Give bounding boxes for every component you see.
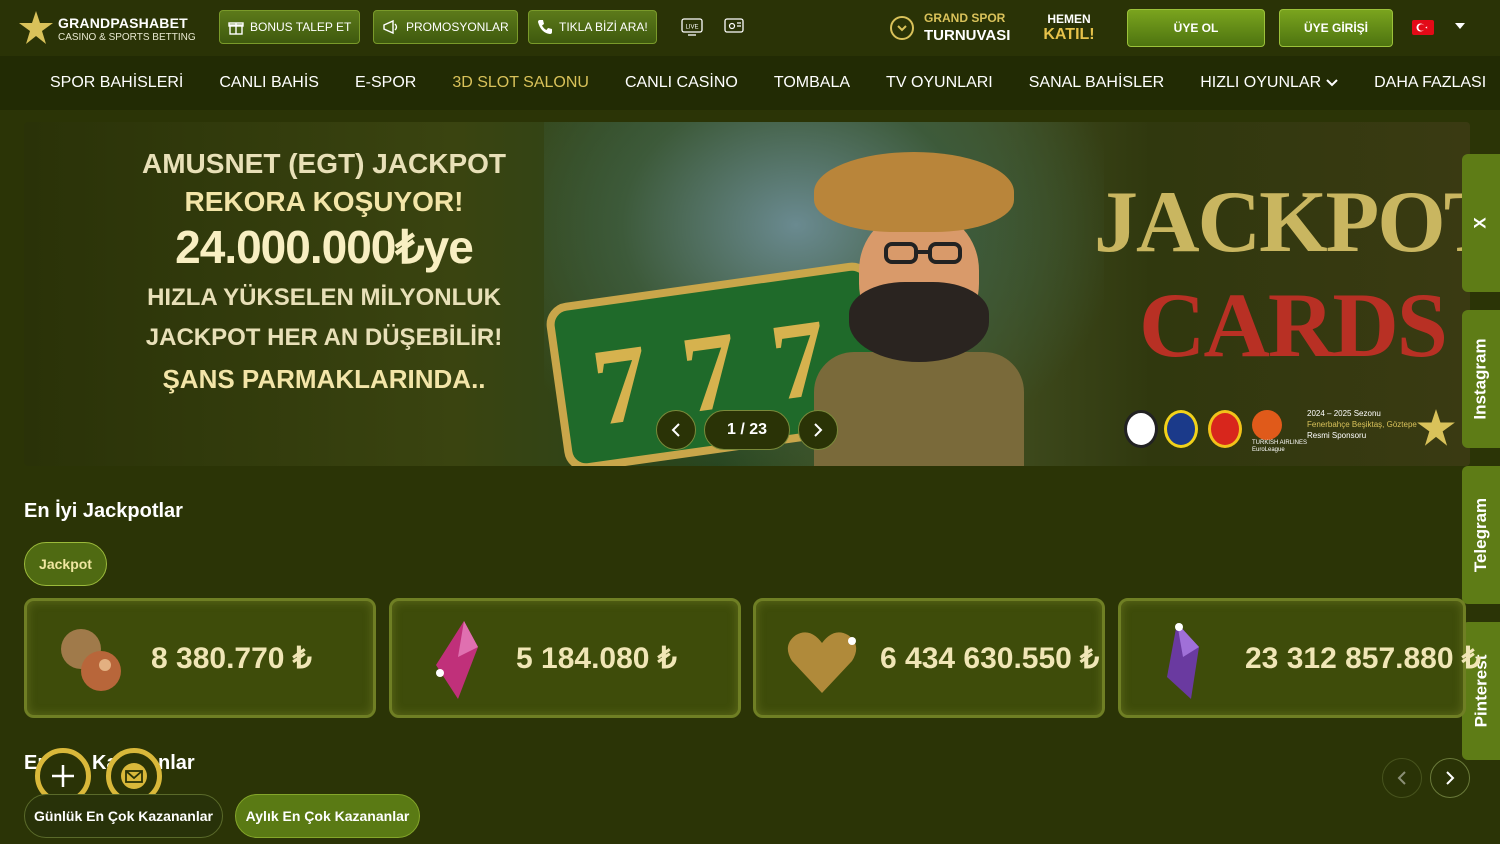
live-tv-icon[interactable]: LIVE (679, 15, 705, 39)
jackpot-value: 23 312 857.880 ₺ (1245, 642, 1481, 675)
gift-icon (228, 22, 244, 35)
nav-item-fast-games[interactable]: HIZLI OYUNLAR (1182, 74, 1356, 92)
grand-spor-tournament-link[interactable]: GRAND SPOR TURNUVASI (888, 10, 1018, 46)
star-logo-icon (1417, 409, 1455, 446)
jackpot-value: 5 184.080 ₺ (516, 642, 677, 675)
social-instagram-tab[interactable]: Instagram (1462, 310, 1500, 448)
winners-prev-button[interactable] (1382, 758, 1422, 798)
winners-section-title-end: nlar (158, 752, 195, 774)
sponsor-official: Resmi Sponsoru (1307, 431, 1367, 440)
sponsor-teams: Fenerbahçe Beşiktaş, Göztepe (1307, 420, 1417, 429)
promotions-button[interactable]: PROMOSYONLAR (373, 10, 518, 44)
bonus-request-button[interactable]: BONUS TALEP ET (219, 10, 361, 44)
chevron-right-icon (814, 423, 823, 437)
nav-item-more[interactable]: DAHA FAZLASI (1356, 74, 1500, 92)
bonus-request-label: BONUS TALEP ET (250, 20, 352, 34)
instagram-label: Instagram (1471, 338, 1490, 420)
nav-item-tv-games[interactable]: TV OYUNLARI (868, 74, 1011, 92)
chevron-left-icon (671, 423, 680, 437)
jackpot-cards-title-1: JACKPOT (1094, 174, 1470, 271)
nav-item-live-casino[interactable]: CANLI CASİNO (607, 74, 756, 92)
megaphone-icon (383, 19, 398, 35)
sponsor-text: 2024 – 2025 Sezonu Fenerbahçe Beşiktaş, … (1307, 408, 1417, 441)
slide-counter: 1 / 23 (704, 410, 790, 450)
jackpot-card[interactable]: 23 312 857.880 ₺ (1118, 598, 1481, 718)
banner-headline: AMUSNET (EGT) JACKPOT REKORA KOŞUYOR! 24… (124, 148, 524, 395)
chevron-right-icon (1446, 771, 1455, 785)
besiktas-logo-icon (1124, 410, 1158, 448)
promotions-label: PROMOSYONLAR (406, 20, 509, 34)
sponsor-strip: TURKISH AIRLINES EuroLeague 2024 – 2025 … (1124, 404, 1455, 456)
goztepe-logo-icon (1208, 410, 1242, 448)
join-now-line2: KATIL! (1043, 26, 1095, 43)
jackpot-filter-tab[interactable]: Jackpot (24, 542, 107, 586)
banner-line5: JACKPOT HER AN DÜŞEBİLİR! (145, 324, 503, 351)
jackpot-card[interactable]: 8 380.770 ₺ (24, 598, 376, 718)
daily-winners-tab[interactable]: Günlük En Çok Kazananlar (24, 794, 223, 838)
sponsor-league: EuroLeague (1252, 447, 1285, 453)
join-now-link[interactable]: HEMEN KATIL! (1028, 8, 1110, 48)
slide-next-button[interactable] (798, 410, 838, 450)
chat-icon[interactable] (722, 15, 748, 39)
telegram-label: Telegram (1471, 497, 1491, 573)
slide-prev-button[interactable] (656, 410, 696, 450)
banner-line3: 24.000.000₺ye (175, 221, 474, 273)
gold-heart-icon (787, 632, 857, 693)
x-icon: X (1471, 217, 1490, 229)
brand-tagline: CASINO & SPORTS BETTING (58, 32, 196, 43)
nav-item-tombala[interactable]: TOMBALA (756, 74, 868, 92)
call-us-label: TIKLA BİZİ ARA! (559, 20, 648, 34)
jackpot-value: 6 434 630.550 ₺ (880, 642, 1100, 675)
brand-name: GRANDPASHABET (58, 15, 188, 31)
purple-gem-icon (1167, 623, 1199, 699)
promo-banner[interactable]: AMUSNET (EGT) JACKPOT REKORA KOŞUYOR! 24… (24, 122, 1470, 466)
envelope-icon (121, 763, 147, 789)
sponsor-airline: TURKISH AIRLINES (1252, 440, 1308, 446)
euroleague-logo-icon (1252, 410, 1282, 440)
nav-item-esports[interactable]: E-SPOR (337, 74, 434, 92)
nav-item-live-betting[interactable]: CANLI BAHİS (201, 74, 337, 92)
plus-icon (52, 765, 74, 787)
turkey-flag-icon[interactable] (1412, 20, 1434, 35)
nav-item-sports-betting[interactable]: SPOR BAHİSLERİ (32, 74, 201, 92)
banner-line1: AMUSNET (EGT) JACKPOT (142, 148, 506, 179)
chevron-circle-icon (890, 16, 914, 40)
jackpot-value: 8 380.770 ₺ (151, 642, 312, 675)
social-x-tab[interactable]: X (1462, 154, 1500, 292)
social-telegram-tab[interactable]: Telegram (1462, 466, 1500, 604)
register-button[interactable]: ÜYE OL (1127, 9, 1265, 47)
phone-icon (538, 20, 552, 34)
chevron-down-icon (1326, 79, 1338, 87)
monthly-winners-tab[interactable]: Aylık En Çok Kazananlar (235, 794, 420, 838)
banner-line4: HIZLA YÜKSELEN MİLYONLUK (147, 284, 501, 311)
jackpots-section-title: En İyi Jackpotlar (24, 500, 183, 522)
grand-spor-line2: TURNUVASI (924, 27, 1011, 44)
main-nav: SPOR BAHİSLERİ CANLI BAHİS E-SPOR 3D SLO… (0, 56, 1500, 110)
banner-line6: ŞANS PARMAKLARINDA.. (162, 364, 486, 394)
pink-gem-icon (436, 621, 478, 699)
top-bar: GRANDPASHABET CASINO & SPORTS BETTING BO… (0, 0, 1500, 56)
star-logo-icon (19, 11, 53, 44)
join-now-line1: HEMEN (1047, 12, 1091, 26)
nav-item-3d-slot[interactable]: 3D SLOT SALONU (434, 74, 607, 92)
winners-next-button[interactable] (1430, 758, 1470, 798)
language-dropdown-caret-icon[interactable] (1455, 23, 1465, 29)
nav-item-fast-games-label: HIZLI OYUNLAR (1200, 74, 1322, 91)
chevron-left-icon (1397, 771, 1406, 785)
fenerbahce-logo-icon (1164, 410, 1198, 448)
coins-icon (61, 629, 121, 691)
login-button[interactable]: ÜYE GİRİŞİ (1279, 9, 1393, 47)
call-us-button[interactable]: TIKLA BİZİ ARA! (528, 10, 657, 44)
nav-item-virtual-betting[interactable]: SANAL BAHİSLER (1011, 74, 1182, 92)
explorer-character-illustration (804, 142, 1034, 466)
live-tv-text: LIVE (685, 25, 698, 31)
banner-line2: REKORA KOŞUYOR! (184, 186, 464, 217)
jackpot-card[interactable]: 6 434 630.550 ₺ (753, 598, 1105, 718)
grand-spor-line1: GRAND SPOR (924, 11, 1006, 25)
jackpot-card[interactable]: 5 184.080 ₺ (389, 598, 741, 718)
sponsor-season: 2024 – 2025 Sezonu (1307, 409, 1381, 418)
logo[interactable]: GRANDPASHABET CASINO & SPORTS BETTING (18, 10, 198, 48)
jackpot-cards-title-2: CARDS (1139, 274, 1448, 376)
